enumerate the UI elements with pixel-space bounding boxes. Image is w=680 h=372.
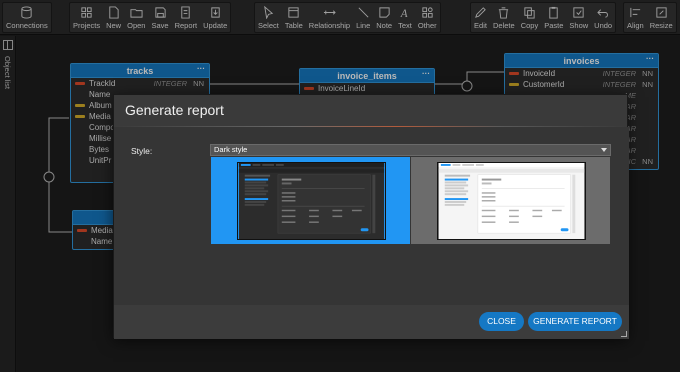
dialog-title: Generate report: [114, 95, 627, 126]
dark-style-thumbnail: [237, 162, 386, 240]
app-window: Connections Projects New Open Save Repor…: [0, 0, 680, 372]
chevron-down-icon: [601, 148, 607, 152]
style-label: Style:: [131, 146, 153, 156]
generate-report-button[interactable]: GENERATE REPORT: [528, 312, 622, 331]
dark-style-preview[interactable]: [211, 157, 410, 244]
light-style-preview[interactable]: [411, 157, 610, 244]
dialog-footer: CLOSE GENERATE REPORT: [114, 305, 629, 339]
resize-grip-icon[interactable]: [621, 331, 627, 337]
style-select[interactable]: Dark style: [210, 144, 611, 156]
generate-report-dialog: Generate report Style: Dark style CLOSE …: [113, 94, 629, 339]
dialog-body: Style: Dark style: [114, 127, 629, 305]
style-select-value: Dark style: [214, 145, 248, 154]
light-style-thumbnail: [437, 162, 586, 240]
close-button[interactable]: CLOSE: [479, 312, 524, 331]
